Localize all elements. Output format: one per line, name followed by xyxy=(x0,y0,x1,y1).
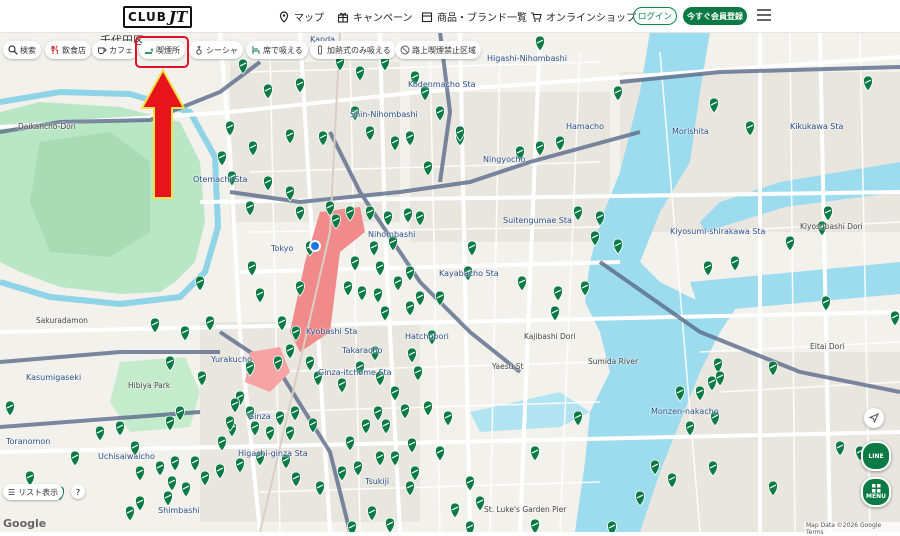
logo-mark: JT xyxy=(168,8,188,26)
seat-icon xyxy=(252,46,260,54)
smoking-spot-pin[interactable] xyxy=(347,520,357,532)
map-label: Kikukawa Sta xyxy=(790,122,844,131)
my-location-button[interactable] xyxy=(864,408,884,428)
nav-label: 商品・ブランド一覧 xyxy=(437,13,527,24)
restaurant-icon xyxy=(51,45,58,54)
map-attribution[interactable]: Map Data ©2026 Google Terms xyxy=(804,522,900,536)
smoking-spot-pin[interactable] xyxy=(530,518,540,532)
login-button[interactable]: ログイン xyxy=(633,7,677,25)
map-label: Hatchobori xyxy=(405,332,449,341)
hamburger-menu-icon[interactable] xyxy=(757,9,771,21)
search-chip[interactable]: 検索 xyxy=(3,41,41,59)
navigation-arrow-icon xyxy=(869,413,879,423)
map-label: Shin-Nihombashi xyxy=(350,110,418,119)
filter-chip-seat-smoking[interactable]: 席で吸える xyxy=(246,41,308,59)
map-label: Higashi-ginza Sta xyxy=(238,449,308,458)
google-logo: Google xyxy=(3,517,47,530)
map-label: Kiyosumi-shirakawa Sta xyxy=(670,227,766,236)
map-label: Uchisaiwaicho xyxy=(98,452,155,461)
map-label: Daikancho-Dori xyxy=(18,122,76,131)
map-label: Yaesu St xyxy=(492,362,524,371)
map-label: Morishita xyxy=(672,127,709,136)
catalog-icon xyxy=(421,11,433,22)
nav-label: オンラインショップ xyxy=(546,13,636,24)
cafe-icon xyxy=(98,47,107,54)
map-menu-button[interactable]: MENU xyxy=(861,477,891,507)
nav-item-online-shop[interactable]: オンラインショップ xyxy=(530,9,636,24)
nav-item-products[interactable]: 商品・ブランド一覧 xyxy=(421,9,527,24)
map-label: Tokyo xyxy=(271,244,294,253)
chip-label: 飲食店 xyxy=(62,45,86,55)
chip-label: 検索 xyxy=(20,45,36,55)
filter-chip-restaurant[interactable]: 飲食店 xyxy=(45,41,91,59)
help-button[interactable]: ? xyxy=(71,485,85,499)
map-label: Tsukiji xyxy=(365,477,390,486)
map-label: Sakuradamon xyxy=(36,316,88,325)
list-icon: ☰ xyxy=(7,487,16,497)
filter-chip-heated-only[interactable]: 加熱式のみ吸える xyxy=(310,41,396,59)
map-label: St. Luke's Garden Pier xyxy=(484,505,567,514)
hibiya-park xyxy=(110,357,200,432)
map-label: Toranomon xyxy=(6,437,51,446)
map-canvas[interactable]: 千代田区 Daikancho-Dori Otemachi Sta Tokyo N… xyxy=(0,32,900,532)
map-label: Hibiya Park xyxy=(128,381,171,390)
map-label: Kajibashi Dori xyxy=(524,332,576,341)
filter-chip-shisha[interactable]: シーシャ xyxy=(189,41,243,59)
chip-label: シーシャ xyxy=(206,45,238,55)
chip-label: 路上喫煙禁止区域 xyxy=(412,45,476,55)
map-label: Kasumigaseki xyxy=(26,373,82,382)
heated-tobacco-icon xyxy=(318,45,322,55)
map-label: Hamacho xyxy=(566,122,604,131)
smoking-spot-pin[interactable] xyxy=(465,520,475,532)
list-view-button[interactable]: ☰ リスト表示 xyxy=(3,484,63,500)
line-button[interactable]: LINE xyxy=(861,441,891,471)
map-label: Shimbashi xyxy=(158,506,200,515)
map-label: Kayabacho Sta xyxy=(439,269,499,278)
map-pin-icon xyxy=(279,10,289,23)
map-label: Monzen-nakacho xyxy=(651,407,719,416)
map-label: Kodenmacho Sta xyxy=(408,80,476,89)
map-label: Ginza xyxy=(248,412,271,421)
map-label: Suitengumae Sta xyxy=(503,216,572,225)
chip-label: 加熱式のみ吸える xyxy=(327,45,391,55)
map-label: Ginza-itchome Sta xyxy=(318,368,392,377)
nav-item-campaign[interactable]: キャンペーン xyxy=(337,9,413,24)
red-arrow-annotation xyxy=(140,68,186,199)
filter-chip-cafe[interactable]: カフェ xyxy=(92,41,138,59)
map-label: Kiyosubashi Dori xyxy=(800,222,863,231)
map-label: Sumida River xyxy=(588,357,639,366)
menu-label: MENU xyxy=(866,493,886,500)
nav-label: キャンペーン xyxy=(353,13,413,24)
nav-item-map[interactable]: マップ xyxy=(278,9,324,24)
filter-chip-no-street-smoking[interactable]: 路上喫煙禁止区域 xyxy=(395,41,481,59)
current-location-marker xyxy=(309,240,321,252)
logo-text: CLUB xyxy=(128,10,167,24)
nav-label: マップ xyxy=(294,13,324,24)
map-label: Otemachi Sta xyxy=(193,175,248,184)
club-jt-logo[interactable]: CLUB JT xyxy=(123,6,193,28)
map-label: Ningyocho xyxy=(483,155,526,164)
search-icon xyxy=(8,45,18,55)
chip-label: 席で吸える xyxy=(263,45,303,55)
line-label: LINE xyxy=(868,452,884,460)
smoking-area-highlight-box xyxy=(135,36,189,68)
map-label: Kyobashi Sta xyxy=(306,327,358,336)
cart-icon xyxy=(531,11,542,22)
grid-icon xyxy=(871,484,880,493)
map-label: Eitai Dori xyxy=(810,342,845,351)
site-header: CLUB JT マップ キャンペーン 商品・ブランド一覧 オンラインショップ ロ… xyxy=(0,0,900,33)
chip-label: カフェ xyxy=(109,45,133,55)
shisha-icon xyxy=(196,46,202,55)
gift-icon xyxy=(337,12,349,23)
map-label: Yurakucho xyxy=(211,355,253,364)
list-view-label: リスト表示 xyxy=(18,487,59,497)
map-label: Takaracho xyxy=(342,346,383,355)
map-label: Nihombashi xyxy=(368,230,416,239)
smoking-spot-pin[interactable] xyxy=(607,520,617,532)
no-smoking-icon xyxy=(400,45,410,55)
register-button[interactable]: 今すぐ会員登録 xyxy=(683,7,747,25)
map-label: Higashi-Nihombashi xyxy=(487,54,567,63)
